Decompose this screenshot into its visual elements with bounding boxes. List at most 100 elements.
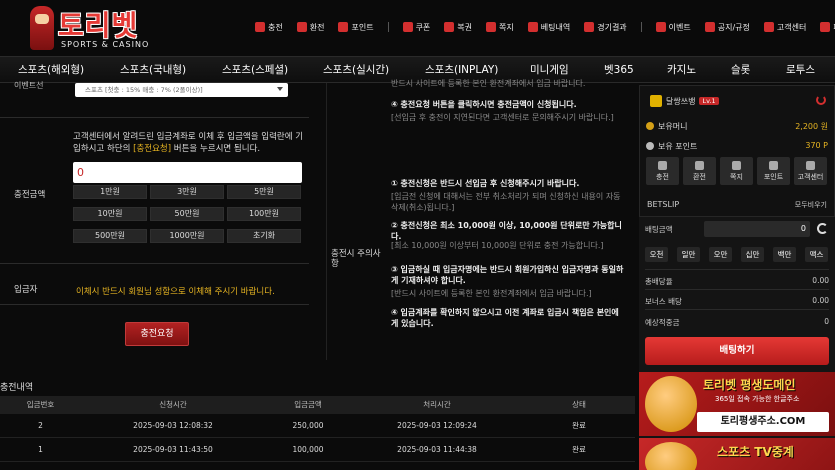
- top-nav-item[interactable]: 페이버: [820, 22, 835, 33]
- top-nav-item[interactable]: 복권: [444, 22, 472, 33]
- top-nav-item[interactable]: 환전: [296, 22, 325, 33]
- mascot-logo-icon: [30, 6, 54, 50]
- quick-button-label: 쪽지: [730, 173, 743, 181]
- top-nav-label: 고객센터: [776, 22, 807, 32]
- bet-chip-button[interactable]: 맥스: [805, 247, 828, 262]
- amount-button[interactable]: 초기화: [227, 229, 301, 243]
- main-menu-item[interactable]: 스포츠(국내형): [120, 57, 186, 84]
- top-nav-label: 복권: [457, 22, 473, 32]
- domain-banner[interactable]: 토리벳 평생도메인 365일 접속 가능한 한글주소 토리평생주소.COM: [639, 372, 835, 436]
- main-menu-item[interactable]: 카지노: [667, 57, 696, 84]
- header: 토리벳 SPORTS & CASINO 충전 환전 포인트 쿠폰 복권 쪽지 베팅내역 경기결…: [0, 0, 835, 56]
- quick-button[interactable]: 고객센터: [794, 157, 827, 185]
- note-item: ③ 입금하실 때 입금자명에는 반드시 회원가입하신 입금자명과 동일하게 기재…: [391, 265, 624, 285]
- history-table: 입금번호 신청시간 입금금액 처리시간 상태 2 2025-09-03 12:08:32 2…: [0, 396, 635, 462]
- bonus-odds-row: 보너스 배당 0.00: [645, 296, 829, 307]
- top-nav-item[interactable]: 베팅내역: [527, 22, 571, 33]
- domain-banner-subtitle: 365일 접속 가능한 한글주소: [715, 395, 800, 403]
- top-nav-label: 쿠폰: [415, 22, 431, 32]
- top-nav-item[interactable]: 공지/규정: [704, 22, 750, 33]
- amount-button[interactable]: 500만원: [73, 229, 147, 243]
- quick-button-label: 충전: [656, 173, 669, 181]
- note-item: 반드시 사이트에 등록한 본인 환전계좌에서 입금 바랍니다.: [391, 79, 586, 88]
- top-nav-label: 충전: [268, 22, 283, 32]
- top-nav-item[interactable]: 포인트: [338, 22, 374, 33]
- amount-button[interactable]: 1000만원: [150, 229, 224, 243]
- main-menu-item[interactable]: 슬롯: [731, 57, 750, 84]
- bonus-odds-value: 0.00: [812, 296, 829, 305]
- bet-amount-input[interactable]: 0: [704, 221, 810, 237]
- quick-button[interactable]: 충전: [646, 157, 679, 185]
- amount-button[interactable]: 10만원: [73, 207, 147, 221]
- top-nav-item[interactable]: 충전: [255, 22, 283, 33]
- top-nav-item[interactable]: 고객센터: [763, 22, 807, 33]
- favorite-icon: [820, 22, 831, 32]
- top-nav-item[interactable]: 쿠폰: [402, 22, 431, 33]
- top-nav-label: 환전: [309, 22, 325, 32]
- bet-history-icon: [527, 22, 538, 32]
- top-nav-label: 이벤트: [668, 22, 691, 32]
- support-icon: [763, 22, 774, 32]
- divider: [0, 304, 309, 305]
- amount-button[interactable]: 100만원: [227, 207, 301, 221]
- page-root: 토리벳 SPORTS & CASINO 충전 환전 포인트 쿠폰 복권 쪽지 베팅내역 경기결…: [0, 0, 835, 470]
- top-nav-item[interactable]: 이벤트: [655, 22, 691, 33]
- table-cell: 250,000: [292, 421, 324, 430]
- charge-request-button[interactable]: 충전요청: [125, 322, 189, 346]
- top-nav-item[interactable]: 쪽지: [486, 22, 514, 33]
- point-coin-icon: [646, 142, 654, 150]
- bonus-select[interactable]: 스포츠 [첫충 : 15% 매충 : 7% (2폴이상)]: [75, 83, 288, 97]
- bet-chip-button[interactable]: 오천: [645, 247, 668, 262]
- quick-button-icon: [732, 161, 741, 170]
- delete-all-button[interactable]: 모두비우기: [795, 200, 827, 210]
- table-cell: 2025-09-03 12:09:24: [397, 421, 477, 430]
- expected-win-label: 예상적중금: [645, 318, 680, 327]
- table-cell: 완료: [572, 421, 586, 430]
- main-menu-item[interactable]: 스포츠(실시간): [323, 57, 389, 84]
- divider: [645, 269, 829, 270]
- deposit-notes: 충전시 주의사항 반드시 사이트에 등록한 본인 환전계좌에서 입금 바랍니다.…: [326, 79, 629, 360]
- divider: [0, 263, 309, 264]
- tv-banner-title: 스포츠 TV중계: [717, 445, 794, 459]
- quick-button[interactable]: 환전: [683, 157, 716, 185]
- note-item: ④ 충전요청 버튼을 클릭하시면 충전금액이 신청됩니다.: [391, 100, 577, 109]
- domain-banner-title: 토리벳 평생도메인: [703, 378, 796, 392]
- main-menu-item[interactable]: 스포츠(스페셜): [222, 57, 288, 84]
- table-cell: 2025-09-03 12:08:32: [133, 421, 213, 430]
- instruction-text-end: 버튼을 누르시면 됩니다.: [171, 144, 261, 154]
- brand-name: 토리벳: [58, 9, 139, 42]
- top-nav: 충전 환전 포인트 쿠폰 복권 쪽지 베팅내역 경기결과 이벤트 공지/규정 고객센터 페이버: [255, 20, 835, 34]
- quick-button-icon: [806, 161, 815, 170]
- place-bet-button[interactable]: 배팅하기: [645, 337, 829, 365]
- point-icon: [338, 22, 349, 32]
- table-row: 2 2025-09-03 12:08:32 250,000 2025-09-03 12…: [0, 414, 635, 438]
- quick-button[interactable]: 포인트: [757, 157, 790, 185]
- top-nav-label: 베팅내역: [540, 22, 571, 32]
- amount-button[interactable]: 50만원: [150, 207, 224, 221]
- amount-button[interactable]: 5만원: [227, 185, 301, 199]
- amount-input[interactable]: 0: [73, 162, 302, 183]
- bet-chip-button[interactable]: 오만: [709, 247, 732, 262]
- quick-button[interactable]: 쪽지: [720, 157, 753, 185]
- money-row: 보유머니 2,200 원: [646, 121, 828, 137]
- mascot-icon: [645, 442, 697, 470]
- refresh-icon[interactable]: [817, 223, 828, 234]
- bet-chip-button[interactable]: 십만: [741, 247, 764, 262]
- amount-button[interactable]: 1만원: [73, 185, 147, 199]
- site-logo[interactable]: 토리벳 SPORTS & CASINO: [28, 4, 153, 52]
- bet-chip-button[interactable]: 백만: [773, 247, 796, 262]
- quick-button-icon: [695, 161, 704, 170]
- total-odds-value: 0.00: [812, 276, 829, 285]
- logout-power-icon[interactable]: [816, 95, 826, 105]
- amount-button[interactable]: 3만원: [150, 185, 224, 199]
- table-cell: 1: [38, 445, 43, 454]
- main-menu-item[interactable]: 로투스: [786, 57, 815, 84]
- table-cell: 완료: [572, 445, 586, 454]
- top-nav-label: 쪽지: [499, 22, 514, 32]
- bet-chip-button[interactable]: 일만: [677, 247, 700, 262]
- top-nav-label: 공지/규정: [717, 22, 750, 32]
- money-label: 보유머니: [658, 122, 688, 131]
- top-nav-item[interactable]: 경기결과: [584, 22, 627, 33]
- notes-label: 충전시 주의사항: [331, 249, 381, 269]
- tv-banner[interactable]: 스포츠 TV중계: [639, 438, 835, 470]
